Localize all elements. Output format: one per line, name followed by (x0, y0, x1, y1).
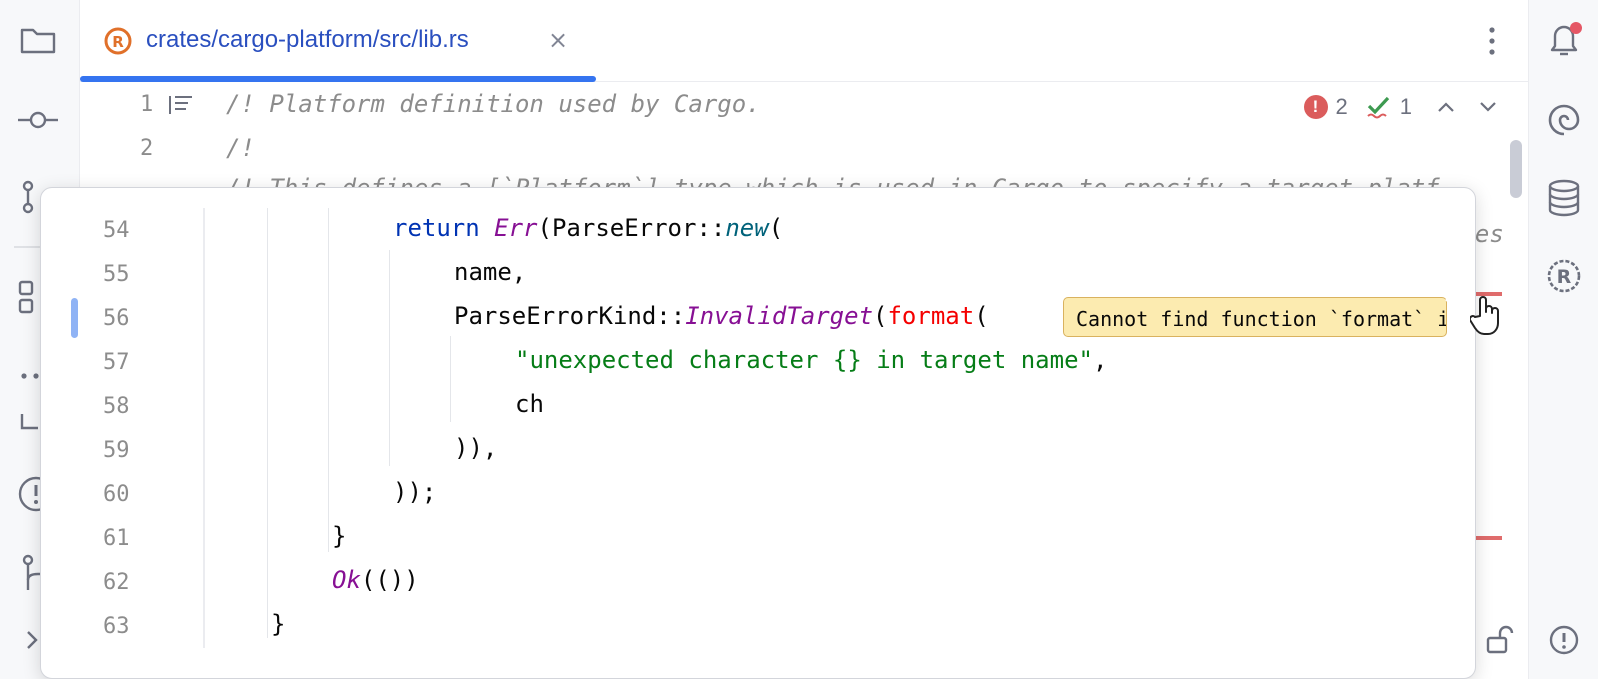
code-line: /! Platform definition used by Cargo. (226, 90, 761, 118)
error-tooltip: Cannot find function `format` i (1063, 297, 1447, 337)
line-number: 58 (103, 394, 130, 419)
error-icon: ! (1303, 95, 1328, 119)
tab-lib-rs[interactable]: R crates/cargo-platform/src/lib.rs × (80, 0, 596, 82)
code-line: 63 } (41, 606, 1475, 650)
code-token: ( (873, 302, 888, 330)
line-number: 62 (103, 570, 130, 595)
notifications-icon[interactable] (1544, 20, 1584, 60)
hand-cursor-icon (1470, 296, 1504, 336)
code-text: )); (393, 478, 437, 506)
code-line: 55 name, (41, 254, 1475, 298)
warning-icon[interactable] (1544, 620, 1584, 660)
folder-icon[interactable] (18, 20, 58, 60)
code-line: 59 )), (41, 430, 1475, 474)
rust-icon[interactable]: R (1544, 256, 1584, 296)
keyword: return (393, 214, 480, 242)
weak-warning-icon (1366, 94, 1392, 120)
database-icon[interactable] (1544, 178, 1584, 218)
code-text: )), (454, 434, 498, 462)
reader-mode-icon[interactable] (168, 94, 194, 116)
editor-scrollbar-thumb[interactable] (1510, 140, 1522, 198)
code-line: 61 } (41, 518, 1475, 562)
right-tool-strip: R (1528, 0, 1598, 679)
inspections-widget[interactable]: ! 2 1 (1303, 92, 1499, 122)
tab-bar: R crates/cargo-platform/src/lib.rs × (80, 0, 1528, 82)
enum-variant: Err (494, 214, 538, 242)
ai-assistant-icon[interactable] (1544, 100, 1584, 140)
code-preview-popup: 54 return Err(ParseError::new( 55 name, … (40, 187, 1476, 679)
popup-pointer (1445, 284, 1463, 316)
code-line: /! (226, 134, 255, 162)
active-tab-indicator (80, 76, 596, 82)
code-token: , (1092, 346, 1108, 374)
code-line: 62 Ok(()) (41, 562, 1475, 606)
tab-title: crates/cargo-platform/src/lib.rs (146, 26, 469, 53)
line-number: 2 (140, 136, 154, 161)
line-number: 59 (103, 438, 130, 463)
ide-window: R crates/cargo-platform/src/lib.rs × 1 /… (0, 0, 1598, 679)
code-line: 60 )); (41, 474, 1475, 518)
tab-close-button[interactable]: × (548, 26, 568, 54)
svg-text:R: R (1557, 266, 1572, 288)
line-number: 57 (103, 350, 130, 375)
line-number: 54 (103, 218, 130, 243)
code-token: ParseErrorKind:: (454, 302, 686, 330)
code-text: } (332, 522, 347, 550)
line-number: 61 (103, 526, 130, 551)
error-count: 2 (1335, 94, 1348, 119)
tab-more-options-icon[interactable] (1480, 24, 1504, 58)
code-text: ch (515, 390, 544, 418)
code-token: (ParseError:: (537, 214, 726, 242)
function-name: new (725, 214, 769, 242)
code-token: (()) (360, 566, 419, 594)
code-line: 58 ch (41, 386, 1475, 430)
unresolved-function[interactable]: format (887, 302, 974, 330)
code-token: ( (974, 302, 989, 330)
previous-problem-icon[interactable] (1436, 97, 1456, 117)
code-text: return Err(ParseError::new( (393, 214, 783, 242)
code-line: 57 "unexpected character {} in target na… (41, 342, 1475, 386)
code-listing: 54 return Err(ParseError::new( 55 name, … (41, 210, 1475, 650)
code-text: name, (454, 258, 527, 286)
lock-icon[interactable] (1484, 624, 1516, 656)
error-tooltip-text: Cannot find function `format` i (1076, 307, 1447, 331)
code-token: ( (768, 214, 784, 242)
code-text: ParseErrorKind::InvalidTarget(format( (454, 302, 989, 330)
enum-variant: Ok (332, 566, 361, 594)
line-number: 55 (103, 262, 130, 287)
line-number: 60 (103, 482, 130, 507)
code-text: } (271, 610, 286, 638)
enum-variant: InvalidTarget (685, 302, 874, 330)
weak-warning-count: 1 (1399, 94, 1412, 119)
rust-file-icon: R (104, 27, 132, 55)
error-stripe-marker[interactable] (1472, 536, 1502, 540)
code-line: 54 return Err(ParseError::new( (41, 210, 1475, 254)
toolbar-separator (14, 246, 40, 248)
commit-icon[interactable] (18, 100, 58, 140)
line-number: 63 (103, 614, 130, 639)
code-text: Ok(()) (332, 566, 419, 594)
line-number: 56 (103, 306, 130, 331)
svg-text:R: R (112, 33, 124, 51)
line-number: 1 (140, 92, 154, 117)
code-text: "unexpected character {} in target name"… (515, 346, 1107, 374)
string-literal: "unexpected character {} in target name" (515, 346, 1093, 374)
next-problem-icon[interactable] (1478, 97, 1498, 117)
